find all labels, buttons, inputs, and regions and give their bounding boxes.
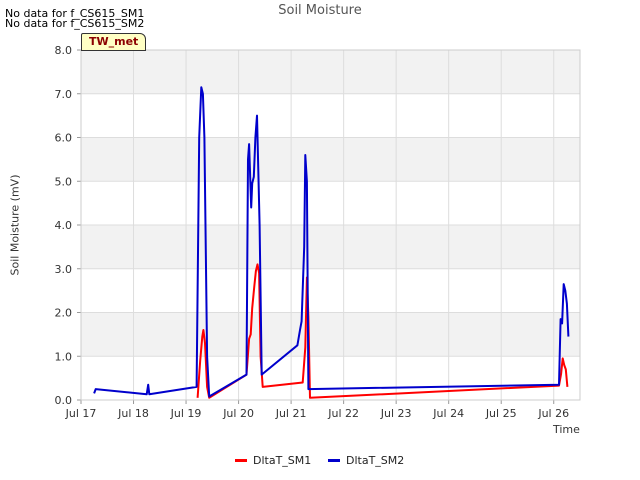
x-tick-label: Jul 17 [65, 407, 97, 420]
grid-band [81, 137, 580, 182]
site-badge: TW_met [81, 33, 147, 51]
legend-item-sm1: DltaT_SM1 [235, 454, 311, 467]
y-tick-label: 2.0 [55, 307, 73, 320]
x-tick-label: Jul 18 [117, 407, 149, 420]
legend-label-sm2: DltaT_SM2 [346, 454, 405, 467]
y-tick-label: 7.0 [55, 88, 73, 101]
y-tick-label: 1.0 [55, 350, 73, 363]
x-tick-label: Jul 22 [327, 407, 359, 420]
y-tick-label: 3.0 [55, 263, 73, 276]
legend-swatch-sm2 [328, 459, 340, 462]
y-tick-label: 6.0 [55, 132, 73, 145]
x-tick-label: Jul 19 [170, 407, 202, 420]
legend-swatch-sm1 [235, 459, 247, 462]
grid-band [81, 50, 580, 94]
y-tick-label: 5.0 [55, 175, 73, 188]
legend-item-sm2: DltaT_SM2 [328, 454, 404, 467]
y-tick-label: 0.0 [55, 394, 73, 407]
soil-moisture-chart: 0.0 1.0 2.0 3.0 4.0 5.0 6.0 7.0 8.0 Jul 17 Jul 18 J… [55, 44, 581, 420]
legend-label-sm1: DltaT_SM1 [253, 454, 312, 467]
y-tick-label: 4.0 [55, 219, 73, 232]
x-tick-label: Jul 25 [485, 407, 517, 420]
x-tick-label: Jul 21 [275, 407, 307, 420]
x-tick-label: Jul 20 [222, 407, 254, 420]
grid-band [81, 225, 580, 269]
x-tick-label: Jul 23 [380, 407, 412, 420]
x-axis-label: Time [553, 423, 580, 436]
y-tick-label: 8.0 [55, 44, 73, 57]
y-axis-label: Soil Moisture (mV) [8, 174, 22, 276]
x-tick-label: Jul 26 [537, 407, 569, 420]
x-tick-label: Jul 24 [432, 407, 464, 420]
grid-band [81, 312, 580, 357]
